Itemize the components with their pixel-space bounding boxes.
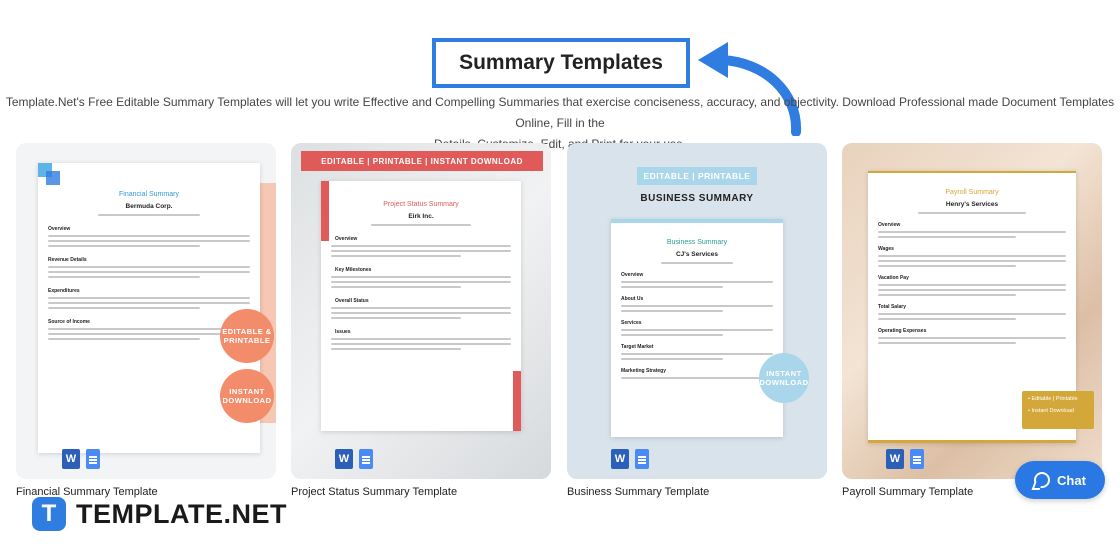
- doc-section: Source of Income: [48, 319, 90, 325]
- doc-section: About Us: [621, 296, 644, 302]
- doc-company: Eirk Inc.: [408, 213, 434, 220]
- doc-section: Overview: [621, 272, 644, 278]
- doc-section: Wages: [878, 246, 894, 252]
- doc-section: Operating Expenses: [878, 328, 927, 334]
- chat-button[interactable]: Chat: [1015, 461, 1105, 499]
- doc-title: Payroll Summary: [945, 189, 999, 196]
- file-format-icons: W: [611, 449, 649, 469]
- brand-name: TEMPLATE.NET: [76, 498, 287, 529]
- doc-section: Overview: [48, 226, 71, 232]
- doc-section: Expenditures: [48, 288, 80, 294]
- download-tag: • Instant Download: [1028, 408, 1074, 414]
- template-card-financial[interactable]: Financial Summary Bermuda Corp. Overview…: [16, 143, 276, 479]
- doc-title: Business Summary: [666, 239, 728, 246]
- editable-banner: EDITABLE | PRINTABLE | INSTANT DOWNLOAD: [301, 151, 543, 171]
- doc-section: Target Market: [621, 344, 654, 350]
- business-summary-heading: BUSINESS SUMMARY: [640, 193, 754, 204]
- template-link-payroll[interactable]: Payroll Summary Template: [842, 486, 973, 498]
- google-docs-icon: [86, 449, 100, 469]
- intro-line-1: Template.Net's Free Editable Summary Tem…: [5, 95, 1115, 130]
- doc-section: Overview: [335, 236, 358, 242]
- google-docs-icon: [359, 449, 373, 469]
- doc-section: Overall Status: [335, 298, 369, 304]
- file-format-icons: W: [335, 449, 373, 469]
- word-icon: W: [886, 449, 904, 469]
- template-card-project-status[interactable]: EDITABLE | PRINTABLE | INSTANT DOWNLOAD …: [291, 143, 551, 479]
- template-link-project-status[interactable]: Project Status Summary Template: [291, 486, 457, 498]
- editable-printable-badge: EDITABLE & PRINTABLE: [220, 309, 274, 363]
- instant-download-badge: INSTANT DOWNLOAD: [759, 353, 809, 403]
- format-tag: • Editable | Printable • Instant Downloa…: [1022, 391, 1094, 429]
- word-icon: W: [611, 449, 629, 469]
- editable-ribbon: EDITABLE | PRINTABLE: [637, 167, 757, 185]
- doc-section: Services: [621, 320, 642, 326]
- word-icon: W: [62, 449, 80, 469]
- doc-company: CJ's Services: [675, 251, 719, 258]
- template-link-business[interactable]: Business Summary Template: [567, 486, 709, 498]
- chat-bubble-icon: [1034, 472, 1051, 488]
- google-docs-icon: [635, 449, 649, 469]
- google-docs-icon: [910, 449, 924, 469]
- doc-title: Financial Summary: [119, 191, 179, 198]
- file-format-icons: W: [886, 449, 924, 469]
- chat-label: Chat: [1057, 472, 1086, 488]
- doc-section: Key Milestones: [335, 267, 372, 273]
- doc-company: Bermuda Corp.: [125, 203, 173, 210]
- page-title: Summary Templates: [432, 38, 690, 88]
- document-preview: Project Status Summary Eirk Inc. Overvie…: [321, 181, 521, 431]
- template-card-payroll[interactable]: Payroll Summary Henry's Services Overvie…: [842, 143, 1102, 479]
- file-format-icons: W: [62, 449, 100, 469]
- doc-section: Total Salary: [878, 304, 906, 310]
- document-preview: Business Summary CJ's Services Overview …: [611, 219, 783, 437]
- doc-company: Henry's Services: [945, 201, 999, 208]
- doc-section: Issues: [335, 329, 351, 335]
- doc-section: Overview: [878, 222, 901, 228]
- template-logo-icon: T: [32, 497, 66, 531]
- instant-download-badge: INSTANT DOWNLOAD: [220, 369, 274, 423]
- doc-section: Vacation Pay: [878, 275, 909, 281]
- template-card-business[interactable]: EDITABLE | PRINTABLE BUSINESS SUMMARY Bu…: [567, 143, 827, 479]
- editable-tag: • Editable | Printable: [1028, 396, 1078, 402]
- doc-section: Marketing Strategy: [621, 368, 667, 374]
- word-icon: W: [335, 449, 353, 469]
- doc-title: Project Status Summary: [383, 201, 459, 208]
- doc-section: Revenue Details: [48, 257, 87, 263]
- brand-logo[interactable]: T TEMPLATE.NET: [32, 497, 287, 531]
